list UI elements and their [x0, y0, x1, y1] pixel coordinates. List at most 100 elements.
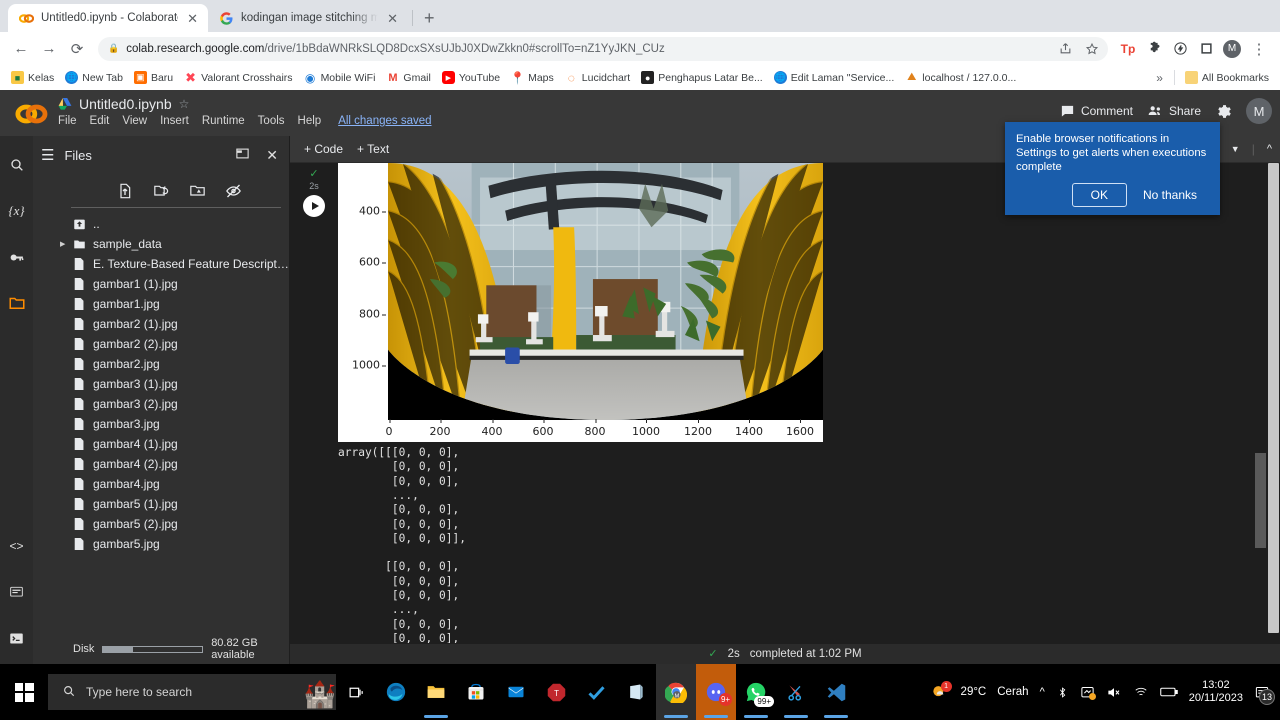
bookmark-youtube[interactable]: ▶ YouTube: [437, 69, 505, 86]
list-item[interactable]: gambar4 (1).jpg: [33, 434, 289, 454]
list-item[interactable]: gambar4 (2).jpg: [33, 454, 289, 474]
sun-cloud-icon[interactable]: 1: [930, 681, 952, 702]
list-item[interactable]: gambar2 (1).jpg: [33, 314, 289, 334]
kebab-menu-icon[interactable]: ⋮: [1246, 36, 1272, 62]
action-center-icon[interactable]: 13: [1254, 685, 1275, 705]
battery-icon[interactable]: [1159, 686, 1178, 698]
scrollbar-track[interactable]: [1267, 163, 1280, 643]
bluetooth-icon[interactable]: [1056, 685, 1069, 700]
task-view-icon[interactable]: [336, 664, 376, 720]
list-item[interactable]: gambar3 (1).jpg: [33, 374, 289, 394]
comment-button[interactable]: Comment: [1060, 104, 1133, 119]
stop-sign-app-icon[interactable]: T: [536, 664, 576, 720]
whatsapp-icon[interactable]: 99+: [736, 664, 776, 720]
avatar[interactable]: M: [1220, 37, 1244, 61]
bookmark-new-tab[interactable]: 🌐 New Tab: [60, 69, 128, 86]
weather-temp[interactable]: 29°C: [961, 686, 987, 698]
share-icon[interactable]: [1055, 39, 1075, 59]
forward-icon[interactable]: →: [36, 36, 62, 62]
toggle-hidden-icon[interactable]: [224, 182, 242, 200]
address-bar[interactable]: 🔒 colab.research.google.com/drive/1bBdaW…: [98, 36, 1108, 61]
list-item[interactable]: gambar5 (1).jpg: [33, 494, 289, 514]
share-button[interactable]: Share: [1147, 103, 1201, 119]
list-item[interactable]: gambar2 (2).jpg: [33, 334, 289, 354]
chevron-right-icon[interactable]: ▶: [60, 240, 65, 248]
chevron-down-icon[interactable]: ▼: [1231, 144, 1240, 154]
menu-view[interactable]: View: [122, 115, 147, 127]
bookmark-lucidchart[interactable]: ◌ Lucidchart: [560, 69, 635, 86]
bookmark-mobile-wifi[interactable]: ◉ Mobile WiFi: [299, 69, 381, 86]
weather-condition[interactable]: Cerah: [997, 686, 1028, 698]
reload-icon[interactable]: ⟳: [64, 36, 90, 62]
browser-tab-kodingan[interactable]: kodingan image stitching meng ✕: [208, 4, 408, 32]
bookmark-kelas[interactable]: ■ Kelas: [6, 69, 59, 86]
refresh-folder-icon[interactable]: [152, 182, 170, 200]
bookmark-valorant-crosshairs[interactable]: ✖ Valorant Crosshairs: [179, 69, 297, 86]
terminal-icon[interactable]: [5, 626, 29, 650]
colab-logo[interactable]: [10, 92, 54, 136]
command-palette-icon[interactable]: [5, 580, 29, 604]
menu-help[interactable]: Help: [298, 115, 322, 127]
bookmark-gmail[interactable]: M Gmail: [381, 69, 435, 86]
menu-file[interactable]: File: [58, 115, 77, 127]
wifi-icon[interactable]: [1133, 685, 1149, 699]
list-item[interactable]: gambar1 (1).jpg: [33, 274, 289, 294]
bookmark-edit-laman[interactable]: 🌐 Edit Laman "Service...: [769, 69, 900, 86]
save-status[interactable]: All changes saved: [338, 115, 431, 127]
snipping-tool-icon[interactable]: [776, 664, 816, 720]
puzzle-extensions-icon[interactable]: [1142, 37, 1166, 61]
list-item[interactable]: gambar2.jpg: [33, 354, 289, 374]
new-tab-button[interactable]: +: [424, 9, 435, 27]
files-folder-icon[interactable]: [5, 291, 29, 315]
flash-extension-icon[interactable]: [1168, 37, 1192, 61]
list-item[interactable]: E. Texture-Based Feature Descripto…: [33, 254, 289, 274]
search-icon[interactable]: [5, 153, 29, 177]
menu-runtime[interactable]: Runtime: [202, 115, 245, 127]
bookmark-penghapus-latar[interactable]: ● Penghapus Latar Be...: [636, 69, 768, 86]
file-explorer-icon[interactable]: [416, 664, 456, 720]
back-icon[interactable]: ←: [8, 36, 34, 62]
notebook-title[interactable]: Untitled0.ipynb: [79, 96, 172, 112]
menu-icon[interactable]: ☰: [41, 146, 54, 164]
close-icon[interactable]: ✕: [185, 12, 200, 25]
menu-insert[interactable]: Insert: [160, 115, 189, 127]
variables-icon[interactable]: {x}: [5, 199, 29, 223]
discord-icon[interactable]: 9+: [696, 664, 736, 720]
bookmarks-overflow-button[interactable]: »: [1150, 71, 1169, 85]
play-icon[interactable]: [303, 195, 325, 218]
todo-check-icon[interactable]: [576, 664, 616, 720]
onedrive-icon[interactable]: [1080, 685, 1096, 700]
close-icon[interactable]: ✕: [263, 147, 281, 164]
onenote-icon[interactable]: [616, 664, 656, 720]
code-snippets-icon[interactable]: <>: [5, 534, 29, 558]
add-code-cell-button[interactable]: + Code: [304, 142, 343, 156]
all-bookmarks-button[interactable]: All Bookmarks: [1180, 69, 1274, 86]
microsoft-store-icon[interactable]: [456, 664, 496, 720]
edge-icon[interactable]: [376, 664, 416, 720]
browser-tab-colab[interactable]: Untitled0.ipynb - Colaboratory ✕: [8, 4, 208, 32]
star-icon[interactable]: [1082, 39, 1102, 59]
menu-tools[interactable]: Tools: [258, 115, 285, 127]
chrome-icon[interactable]: M: [656, 664, 696, 720]
mount-drive-icon[interactable]: [188, 182, 206, 200]
account-avatar[interactable]: M: [1246, 98, 1272, 124]
windows-start-icon[interactable]: [0, 664, 48, 720]
chevron-up-icon[interactable]: ^: [1267, 143, 1272, 155]
volume-muted-icon[interactable]: [1106, 685, 1122, 700]
scrollbar-thumb[interactable]: [1268, 163, 1279, 634]
secrets-key-icon[interactable]: [5, 245, 29, 269]
list-item[interactable]: gambar5 (2).jpg: [33, 514, 289, 534]
close-icon[interactable]: ✕: [385, 12, 400, 25]
list-item[interactable]: ..: [33, 214, 289, 234]
menu-edit[interactable]: Edit: [90, 115, 110, 127]
settings-button[interactable]: [1215, 103, 1232, 120]
star-outline-icon[interactable]: ☆: [179, 97, 190, 111]
list-item[interactable]: ▶ sample_data: [33, 234, 289, 254]
notification-dismiss-button[interactable]: No thanks: [1131, 183, 1209, 207]
bookmark-maps[interactable]: 📍 Maps: [506, 69, 559, 86]
list-item[interactable]: gambar4.jpg: [33, 474, 289, 494]
bookmark-localhost[interactable]: ⛰ localhost / 127.0.0...: [900, 69, 1021, 86]
upload-file-icon[interactable]: [116, 182, 134, 200]
add-text-cell-button[interactable]: + Text: [357, 142, 389, 156]
taskbar-clock[interactable]: 13:02 20/11/2023: [1189, 679, 1243, 705]
